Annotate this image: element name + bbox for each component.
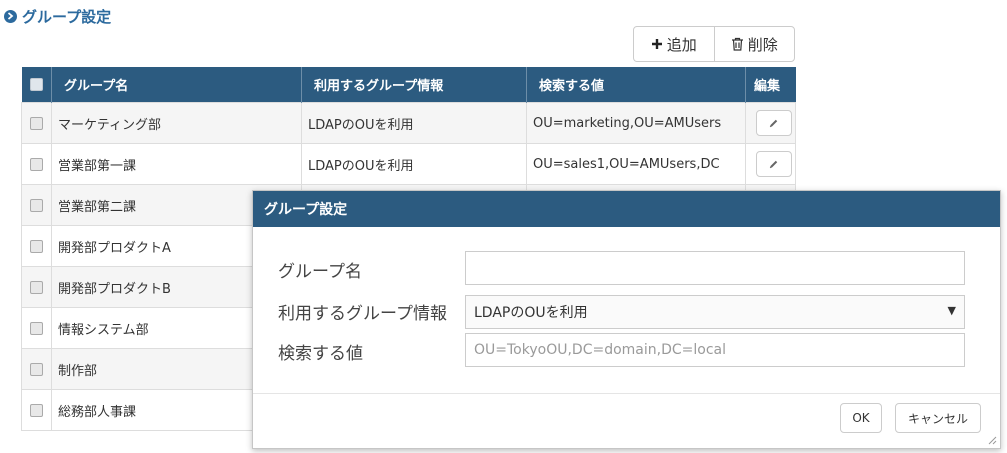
- row-group-name: マーケティング部: [51, 102, 302, 144]
- edit-button[interactable]: [756, 110, 792, 136]
- toolbar: 追加 削除: [633, 26, 795, 62]
- row-select-cell: [21, 348, 52, 390]
- search-value-label: 検索する値: [278, 344, 363, 364]
- row-search-value: OU=sales1,OU=AMUsers,DC: [526, 143, 746, 185]
- header-edit: 編集: [745, 67, 796, 103]
- resize-grip-icon[interactable]: [988, 436, 997, 445]
- edit-button[interactable]: [756, 151, 792, 177]
- table-row: マーケティング部 LDAPのOUを利用 OU=marketing,OU=AMUs…: [21, 102, 796, 144]
- row-edit-cell: [745, 143, 796, 185]
- cancel-button[interactable]: キャンセル: [895, 403, 981, 433]
- add-button-label: 追加: [666, 35, 697, 54]
- row-select-cell: [21, 307, 52, 349]
- row-checkbox[interactable]: [30, 403, 43, 417]
- row-checkbox[interactable]: [30, 362, 43, 376]
- page-title: グループ設定: [4, 6, 111, 26]
- delete-button[interactable]: 削除: [713, 27, 795, 61]
- table-row: 営業部第一課 LDAPのOUを利用 OU=sales1,OU=AMUsers,D…: [21, 143, 796, 185]
- header-group-info[interactable]: 利用するグループ情報: [301, 67, 527, 103]
- row-group-info: LDAPのOUを利用: [301, 143, 527, 185]
- row-group-name: 営業部第一課: [51, 143, 302, 185]
- row-search-value: OU=marketing,OU=AMUsers: [526, 102, 746, 144]
- row-checkbox[interactable]: [30, 198, 43, 212]
- row-group-info: LDAPのOUを利用: [301, 102, 527, 144]
- row-checkbox[interactable]: [30, 321, 43, 335]
- row-checkbox[interactable]: [30, 157, 43, 171]
- plus-icon: [651, 39, 662, 49]
- row-checkbox[interactable]: [30, 280, 43, 294]
- row-select-cell: [21, 143, 52, 185]
- group-name-label: グループ名: [278, 262, 362, 282]
- select-all-cell: [21, 67, 52, 103]
- group-settings-dialog: グループ設定 グループ名 利用するグループ情報 LDAPのOUを利用 ▼ 検索す…: [252, 190, 1001, 449]
- group-info-label: 利用するグループ情報: [278, 304, 447, 324]
- group-name-input[interactable]: [465, 251, 965, 285]
- row-select-cell: [21, 266, 52, 308]
- row-edit-cell: [745, 102, 796, 144]
- chevron-right-circle-icon: [4, 9, 17, 23]
- page-title-text: グループ設定: [22, 7, 112, 26]
- trash-icon: [731, 37, 743, 51]
- header-group-name[interactable]: グループ名: [51, 67, 302, 103]
- row-select-cell: [21, 184, 52, 226]
- dropdown-arrow-icon: ▼: [947, 304, 956, 317]
- dialog-footer-divider: [253, 393, 1000, 394]
- group-name-row: グループ名: [253, 251, 1000, 285]
- table-header-row: グループ名 利用するグループ情報 検索する値 編集: [21, 67, 796, 103]
- header-search-value[interactable]: 検索する値: [526, 67, 746, 103]
- delete-button-label: 削除: [747, 35, 778, 54]
- ok-button[interactable]: OK: [840, 403, 882, 433]
- row-select-cell: [21, 389, 52, 431]
- group-info-selected: LDAPのOUを利用: [474, 305, 588, 321]
- row-checkbox[interactable]: [30, 116, 43, 130]
- search-value-row: 検索する値 OU=TokyoOU,DC=domain,DC=local: [253, 333, 1000, 367]
- row-select-cell: [21, 225, 52, 267]
- row-select-cell: [21, 102, 52, 144]
- dialog-title: グループ設定: [253, 191, 1000, 227]
- row-checkbox[interactable]: [30, 239, 43, 253]
- select-all-checkbox[interactable]: [29, 78, 43, 91]
- search-value-input[interactable]: OU=TokyoOU,DC=domain,DC=local: [465, 333, 965, 367]
- pencil-icon: [769, 119, 778, 128]
- pencil-icon: [769, 160, 778, 169]
- group-info-row: 利用するグループ情報 LDAPのOUを利用 ▼: [253, 293, 1000, 329]
- group-info-select[interactable]: LDAPのOUを利用 ▼: [465, 295, 965, 329]
- add-button[interactable]: 追加: [634, 27, 714, 61]
